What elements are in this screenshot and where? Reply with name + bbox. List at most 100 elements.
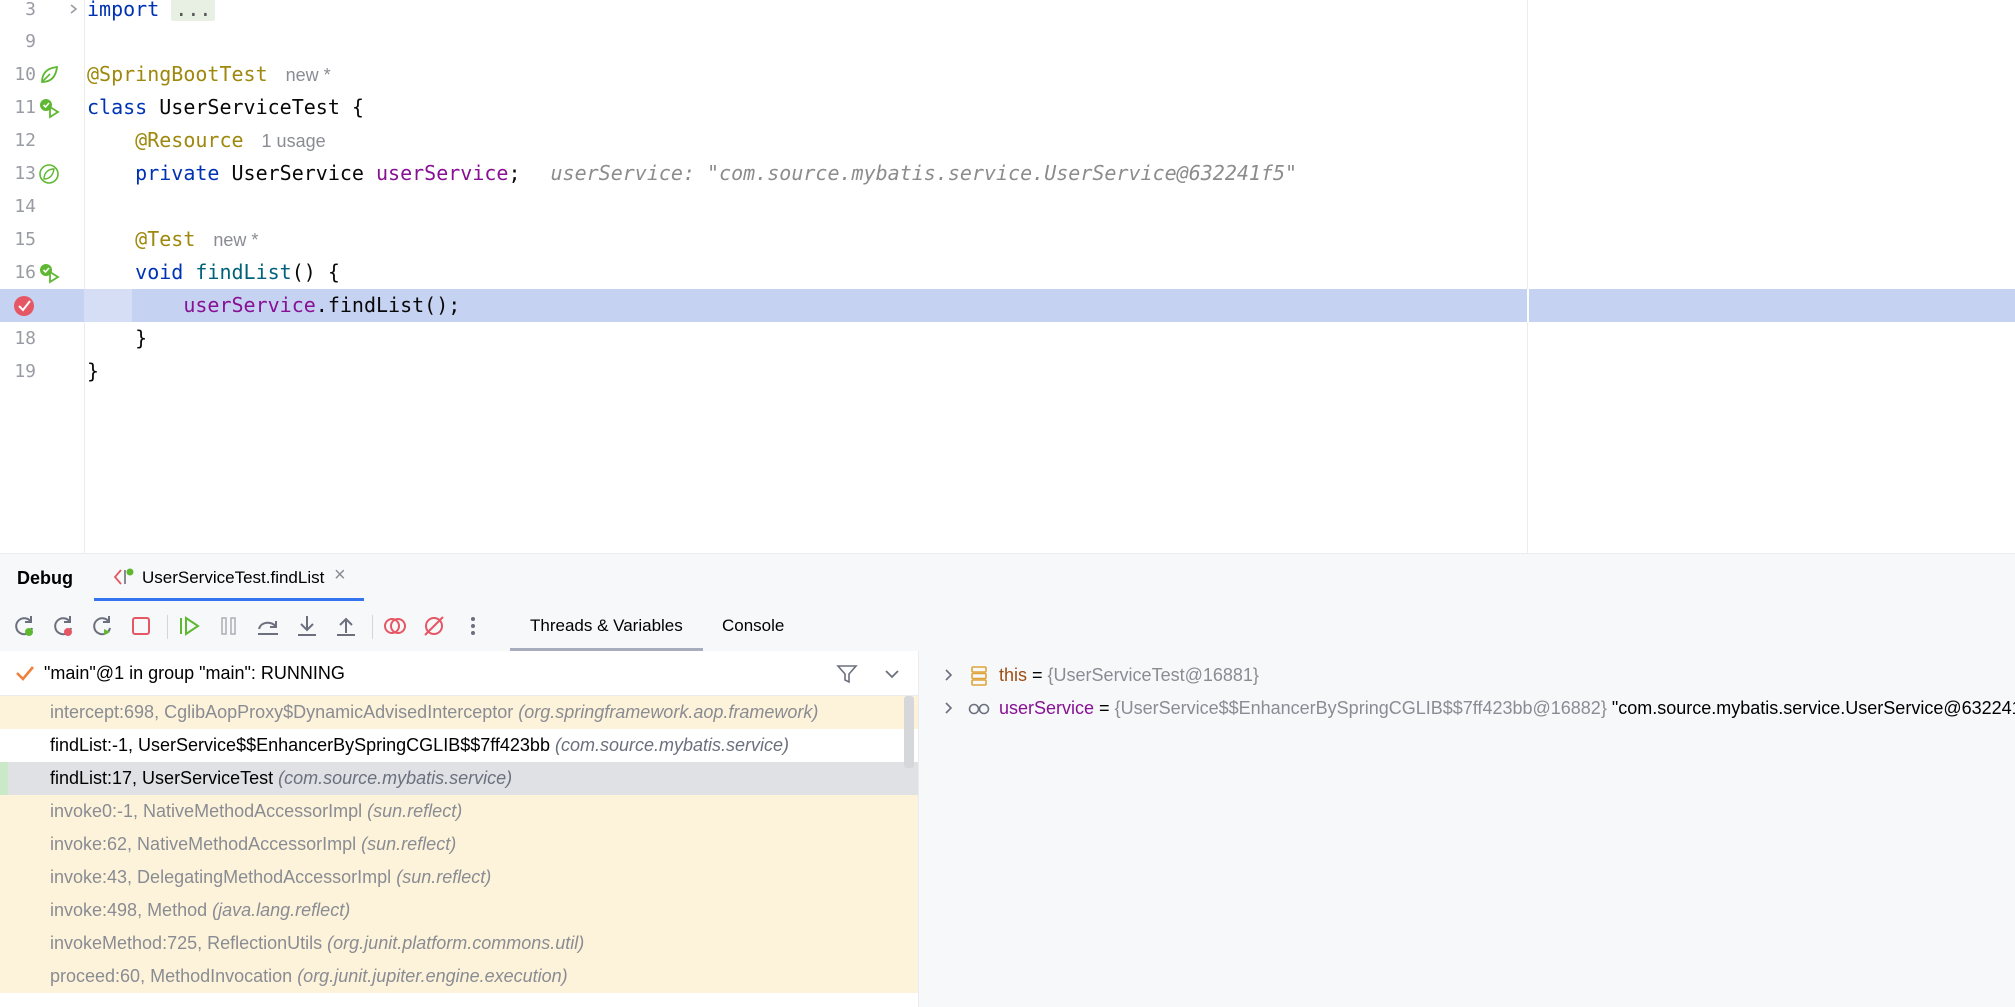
stack-frame-list: intercept:698, CglibAopProxy$DynamicAdvi… (0, 696, 918, 993)
line-number: 18 (14, 328, 36, 349)
expand-arrow-icon[interactable] (941, 667, 957, 683)
stack-frame[interactable]: invoke:498, Method (java.lang.reflect) (0, 894, 918, 927)
code-keyword: class (87, 95, 148, 119)
frame-method: invokeMethod:725, ReflectionUtils (50, 933, 323, 953)
stack-frame[interactable]: findList:-1, UserService$$EnhancerBySpri… (0, 729, 918, 762)
chevron-down-icon[interactable] (882, 665, 902, 683)
code-line-9[interactable]: 9 (0, 25, 2015, 58)
session-tab-label: UserServiceTest.findList (142, 568, 325, 587)
folded-imports[interactable]: ... (171, 0, 216, 21)
bean-injected-icon[interactable] (38, 163, 60, 185)
close-icon[interactable]: × (334, 564, 346, 587)
stack-frame[interactable]: proceed:60, MethodInvocation (org.junit.… (0, 960, 918, 993)
stack-frame[interactable]: invoke:62, NativeMethodAccessorImpl (sun… (0, 828, 918, 861)
usages-hint[interactable]: 1 usage (262, 131, 326, 151)
inlay-hint[interactable]: new * (286, 65, 331, 85)
resume-icon (180, 616, 200, 636)
frame-package: (sun.reflect) (367, 801, 463, 821)
code-line-12[interactable]: 12 @Resource 1 usage (0, 124, 2015, 157)
step-over-button[interactable] (255, 613, 281, 639)
field-icon (971, 666, 987, 686)
code-annotation: @Test (135, 227, 196, 251)
code-keyword: void (135, 260, 184, 284)
inlay-hint[interactable]: new * (213, 230, 258, 250)
mute-breakpoints-icon (424, 616, 444, 636)
frames-scrollbar[interactable] (904, 696, 914, 768)
code-annotation: @Resource (135, 128, 244, 152)
line-number: 13 (14, 163, 36, 184)
code-line-19[interactable]: 19 } (0, 355, 2015, 388)
run-test-icon[interactable] (38, 262, 60, 284)
more-options-button[interactable] (460, 613, 486, 639)
method-name: findList (195, 260, 292, 284)
code-punct: } (135, 326, 148, 350)
frame-method: invoke0:-1, NativeMethodAccessorImpl (50, 801, 363, 821)
frame-method: invoke:498, Method (50, 900, 208, 920)
variable-row-userservice[interactable]: userService = {UserService$$EnhancerBySp… (919, 692, 2015, 725)
line-number: 14 (14, 196, 36, 217)
line-number: 16 (14, 262, 36, 283)
frame-package: (org.springframework.aop.framework) (518, 702, 819, 722)
expand-arrow-icon[interactable] (941, 700, 957, 716)
rerun-failed-icon (54, 616, 72, 636)
frame-package: (com.source.mybatis.service) (278, 768, 513, 788)
toolbar-separator (372, 615, 373, 639)
variable-row-this[interactable]: this = {UserServiceTest@16881} (919, 659, 2015, 692)
field-name: userService (376, 161, 509, 185)
tab-threads-variables[interactable]: Threads & Variables (510, 601, 703, 651)
line-number: 10 (14, 64, 36, 85)
type-name: UserService (231, 161, 364, 185)
inline-debug-value: userService: "com.source.mybatis.service… (550, 161, 1298, 185)
tab-console[interactable]: Console (702, 601, 804, 651)
frame-method: findList:-1, UserService$$EnhancerBySpri… (50, 735, 550, 755)
fold-arrow-icon[interactable] (66, 0, 82, 19)
stack-frame[interactable]: intercept:698, CglibAopProxy$DynamicAdvi… (0, 696, 918, 729)
variable-equals: = (1027, 665, 1048, 685)
pause-button[interactable] (216, 613, 242, 639)
view-breakpoints-icon (384, 618, 406, 634)
code-line-17[interactable]: userService.findList(); (0, 289, 2015, 322)
code-punct: () { (291, 260, 340, 284)
variable-type: {UserServiceTest@16881} (1047, 665, 1259, 685)
debug-title[interactable]: Debug (17, 568, 73, 589)
code-editor[interactable]: 3 import ... 9 10 @SpringBootTest new * 1… (0, 0, 2015, 553)
step-out-button[interactable] (333, 613, 359, 639)
stack-frame[interactable]: invoke:43, DelegatingMethodAccessorImpl … (0, 861, 918, 894)
breakpoint-icon[interactable] (12, 294, 36, 318)
stack-frame-selected[interactable]: findList:17, UserServiceTest (com.source… (0, 762, 918, 795)
code-line-3[interactable]: 3 import ... (0, 0, 2015, 26)
check-icon (16, 666, 34, 681)
frame-package: (sun.reflect) (396, 867, 492, 887)
stop-button[interactable] (128, 613, 154, 639)
debug-session-tab[interactable]: UserServiceTest.findList × (94, 554, 364, 601)
variable-value: "com.source.mybatis.service.UserService@… (1606, 698, 2015, 718)
line-number: 19 (14, 361, 36, 382)
filter-icon[interactable] (836, 663, 858, 685)
code-line-10[interactable]: 10 @SpringBootTest new * (0, 58, 2015, 91)
stack-frame[interactable]: invokeMethod:725, ReflectionUtils (org.j… (0, 927, 918, 960)
code-line-14[interactable]: 14 (0, 190, 2015, 223)
code-line-18[interactable]: 18 } (0, 322, 2015, 355)
stack-frame[interactable]: invoke0:-1, NativeMethodAccessorImpl (su… (0, 795, 918, 828)
restart-button[interactable] (89, 613, 115, 639)
code-line-13[interactable]: 13 private UserService userService; userS… (0, 157, 2015, 190)
mute-breakpoints-button[interactable] (421, 613, 447, 639)
frame-method: invoke:62, NativeMethodAccessorImpl (50, 834, 357, 854)
run-test-icon[interactable] (38, 97, 60, 119)
resume-button[interactable] (177, 613, 203, 639)
rerun-button[interactable] (11, 613, 37, 639)
frame-method: invoke:43, DelegatingMethodAccessorImpl (50, 867, 392, 887)
code-punct: } (87, 359, 100, 383)
thread-selector[interactable]: "main"@1 in group "main": RUNNING (0, 651, 918, 696)
view-breakpoints-button[interactable] (382, 613, 408, 639)
code-line-15[interactable]: 15 @Test new * (0, 223, 2015, 256)
stop-icon (132, 617, 150, 635)
rerun-failed-button[interactable] (50, 613, 76, 639)
step-into-button[interactable] (294, 613, 320, 639)
variable-type: {UserService$$EnhancerBySpringCGLIB$$7ff… (1114, 698, 1607, 718)
frame-package: (org.junit.jupiter.engine.execution) (297, 966, 568, 986)
spring-leaf-icon[interactable] (38, 64, 60, 86)
code-line-11[interactable]: 11 class UserServiceTest { (0, 91, 2015, 124)
code-line-16[interactable]: 16 void findList() { (0, 256, 2015, 289)
toolbar-separator (167, 615, 168, 639)
